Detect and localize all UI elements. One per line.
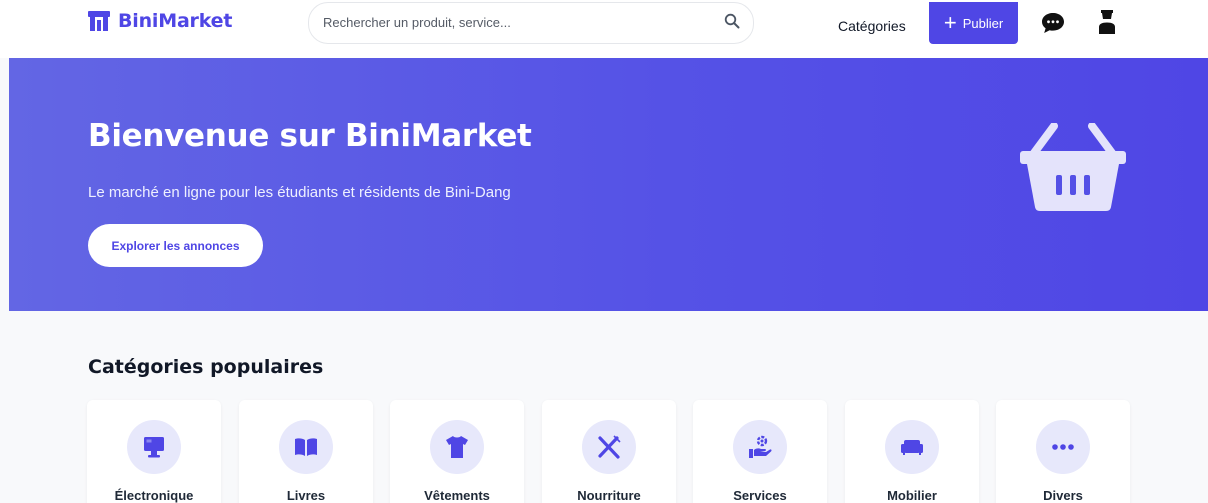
ellipsis-icon	[1052, 444, 1074, 450]
category-icon-circle	[733, 420, 787, 474]
plus-icon: +	[943, 10, 957, 35]
category-icon-circle	[1036, 420, 1090, 474]
category-label: Vêtements	[424, 488, 490, 503]
user-icon[interactable]	[1098, 10, 1116, 34]
category-label: Livres	[286, 488, 326, 503]
couch-icon	[901, 440, 923, 455]
monitor-icon	[144, 437, 164, 458]
publish-button-label: Publier	[962, 15, 1004, 31]
category-card-electronics[interactable]: Électronique	[87, 400, 221, 503]
category-card-food[interactable]: Nourriture	[542, 400, 676, 503]
shopping-basket-icon	[1020, 123, 1126, 211]
category-card-misc[interactable]: Divers	[996, 400, 1130, 503]
publish-button[interactable]: + Publier	[929, 2, 1018, 44]
category-label: Services	[733, 488, 787, 503]
utensils-icon	[598, 435, 621, 459]
search-input[interactable]	[323, 15, 703, 30]
search-icon[interactable]	[724, 13, 740, 29]
category-card-clothing[interactable]: Vêtements	[390, 400, 524, 503]
category-label: Divers	[1043, 488, 1083, 503]
hero-subtitle: Le marché en ligne pour les étudiants et…	[88, 184, 511, 201]
brand-name: BiniMarket	[118, 10, 233, 32]
category-icon-circle	[127, 420, 181, 474]
search-bar	[308, 2, 754, 44]
category-icon-circle	[279, 420, 333, 474]
category-icon-circle	[885, 420, 939, 474]
store-icon	[88, 11, 110, 31]
brand-logo[interactable]: BiniMarket	[88, 10, 232, 32]
category-label: Mobilier	[887, 488, 937, 503]
top-navbar: BiniMarket Catégories + Publier	[0, 0, 1208, 58]
category-label: Nourriture	[577, 488, 641, 503]
hand-service-icon	[749, 435, 772, 458]
nav-link-categories[interactable]: Catégories	[838, 18, 906, 34]
category-card-books[interactable]: Livres	[239, 400, 373, 503]
book-icon	[295, 438, 317, 456]
tshirt-icon	[446, 436, 468, 458]
chat-icon[interactable]	[1041, 12, 1065, 34]
popular-categories-title: Catégories populaires	[88, 356, 324, 378]
explore-listings-button[interactable]: Explorer les annonces	[88, 224, 263, 267]
category-icon-circle	[582, 420, 636, 474]
hero-banner: Bienvenue sur BiniMarket Le marché en li…	[9, 58, 1208, 311]
hero-title: Bienvenue sur BiniMarket	[88, 118, 532, 154]
category-card-furniture[interactable]: Mobilier	[845, 400, 979, 503]
category-card-services[interactable]: Services	[693, 400, 827, 503]
category-label: Électronique	[114, 488, 194, 503]
category-icon-circle	[430, 420, 484, 474]
